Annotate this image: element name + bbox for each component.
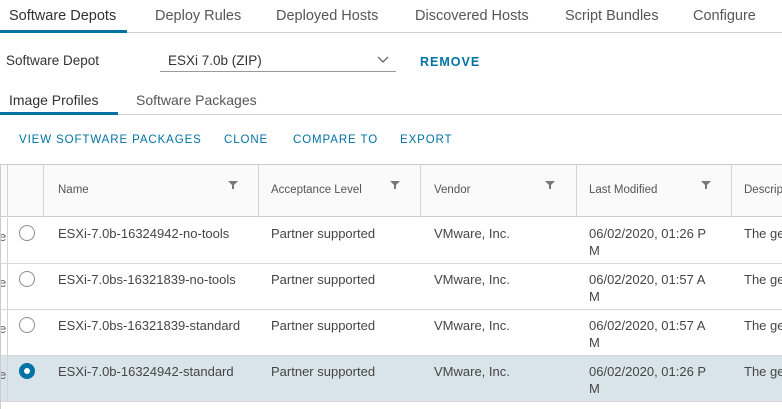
- cell-last-modified: 06/02/2020, 01:57 A M: [589, 272, 729, 305]
- cell-acceptance-level: Partner supported: [271, 226, 376, 241]
- table-row[interactable]: e ESXi-7.0bs-16321839-standard Partner s…: [1, 310, 782, 356]
- compare-to-button[interactable]: COMPARE TO: [293, 134, 378, 146]
- last-modified-line-2: M: [589, 288, 600, 304]
- image-profiles-grid: Name Acceptance Level Vendor Last Modifi…: [0, 164, 782, 409]
- truncated-cell-text: e: [1, 321, 6, 336]
- chevron-down-icon: [377, 56, 389, 63]
- row-select-radio[interactable]: [19, 225, 35, 241]
- export-button[interactable]: EXPORT: [400, 134, 452, 146]
- column-header-name[interactable]: Name: [58, 184, 89, 196]
- cell-name: ESXi-7.0bs-16321839-no-tools: [58, 272, 236, 287]
- table-row[interactable]: e ESXi-7.0b-16324942-no-tools Partner su…: [1, 218, 782, 264]
- column-separator: [420, 165, 421, 217]
- clone-button[interactable]: CLONE: [224, 134, 268, 146]
- row-select-radio[interactable]: [19, 271, 35, 287]
- row-select-radio-checked[interactable]: [19, 363, 35, 379]
- grid-header: Name Acceptance Level Vendor Last Modifi…: [1, 165, 782, 217]
- cell-last-modified: 06/02/2020, 01:57 A M: [589, 318, 729, 351]
- column-header-last-modified[interactable]: Last Modified: [589, 184, 657, 196]
- tab-software-packages[interactable]: Software Packages: [136, 92, 257, 108]
- column-separator: [258, 165, 259, 217]
- cell-description: The ge: [744, 226, 782, 241]
- software-depot-select[interactable]: ESXi 7.0b (ZIP): [160, 48, 396, 72]
- software-depot-selected-value: ESXi 7.0b (ZIP): [168, 53, 262, 68]
- cell-name: ESXi-7.0b-16324942-standard: [58, 364, 234, 379]
- tab-discovered-hosts[interactable]: Discovered Hosts: [415, 8, 529, 24]
- column-separator: [576, 165, 577, 217]
- software-depot-label: Software Depot: [6, 53, 100, 68]
- filter-icon[interactable]: [390, 180, 400, 190]
- active-tab-indicator: [0, 30, 127, 33]
- cell-description: The ge: [744, 364, 782, 379]
- truncated-cell-text: e: [1, 229, 6, 244]
- cell-last-modified: 06/02/2020, 01:26 P M: [589, 226, 729, 259]
- column-separator: [43, 165, 44, 217]
- last-modified-line-2: M: [589, 242, 600, 258]
- cell-vendor: VMware, Inc.: [434, 272, 510, 287]
- filter-icon[interactable]: [701, 180, 711, 190]
- cell-acceptance-level: Partner supported: [271, 272, 376, 287]
- column-header-vendor[interactable]: Vendor: [434, 184, 470, 196]
- last-modified-line-1: 06/02/2020, 01:57 A: [589, 318, 706, 333]
- column-separator: [7, 218, 8, 264]
- tab-software-depots[interactable]: Software Depots: [9, 8, 116, 24]
- view-software-packages-button[interactable]: VIEW SOFTWARE PACKAGES: [19, 134, 202, 146]
- truncated-cell-text: e: [1, 275, 6, 290]
- column-header-description[interactable]: Descrip: [744, 184, 782, 196]
- cell-description: The ge: [744, 318, 782, 333]
- table-row[interactable]: e ESXi-7.0bs-16321839-no-tools Partner s…: [1, 264, 782, 310]
- remove-button[interactable]: REMOVE: [420, 55, 480, 69]
- tab-configure[interactable]: Configure: [693, 8, 756, 24]
- active-subtab-indicator: [0, 112, 118, 115]
- column-separator: [7, 310, 8, 356]
- row-select-radio[interactable]: [19, 317, 35, 333]
- column-separator: [731, 165, 732, 217]
- filter-icon[interactable]: [545, 180, 555, 190]
- truncated-cell-text: e: [1, 367, 6, 382]
- cell-vendor: VMware, Inc.: [434, 318, 510, 333]
- last-modified-line-1: 06/02/2020, 01:26 P: [589, 226, 707, 241]
- cell-vendor: VMware, Inc.: [434, 364, 510, 379]
- sub-tab-bar: Image Profiles Software Packages: [0, 85, 782, 115]
- last-modified-line-1: 06/02/2020, 01:26 P: [589, 364, 707, 379]
- cell-vendor: VMware, Inc.: [434, 226, 510, 241]
- filter-icon[interactable]: [228, 180, 238, 190]
- cell-acceptance-level: Partner supported: [271, 318, 376, 333]
- last-modified-line-1: 06/02/2020, 01:57 A: [589, 272, 706, 287]
- cell-name: ESXi-7.0b-16324942-no-tools: [58, 226, 230, 241]
- cell-last-modified: 06/02/2020, 01:26 P M: [589, 364, 729, 397]
- tab-script-bundles[interactable]: Script Bundles: [565, 8, 659, 24]
- cell-acceptance-level: Partner supported: [271, 364, 376, 379]
- cell-description: The ge: [744, 272, 782, 287]
- table-row-selected[interactable]: e ESXi-7.0b-16324942-standard Partner su…: [1, 356, 782, 402]
- tab-deployed-hosts[interactable]: Deployed Hosts: [276, 8, 378, 24]
- tab-deploy-rules[interactable]: Deploy Rules: [155, 8, 241, 24]
- column-header-acceptance-level[interactable]: Acceptance Level: [271, 184, 362, 196]
- tab-image-profiles[interactable]: Image Profiles: [9, 92, 98, 108]
- column-separator: [7, 356, 8, 402]
- last-modified-line-2: M: [589, 334, 600, 350]
- cell-name: ESXi-7.0bs-16321839-standard: [58, 318, 241, 333]
- column-separator: [7, 264, 8, 310]
- column-separator: [7, 165, 8, 217]
- top-tab-bar: Software Depots Deploy Rules Deployed Ho…: [0, 0, 782, 33]
- last-modified-line-2: M: [589, 380, 600, 396]
